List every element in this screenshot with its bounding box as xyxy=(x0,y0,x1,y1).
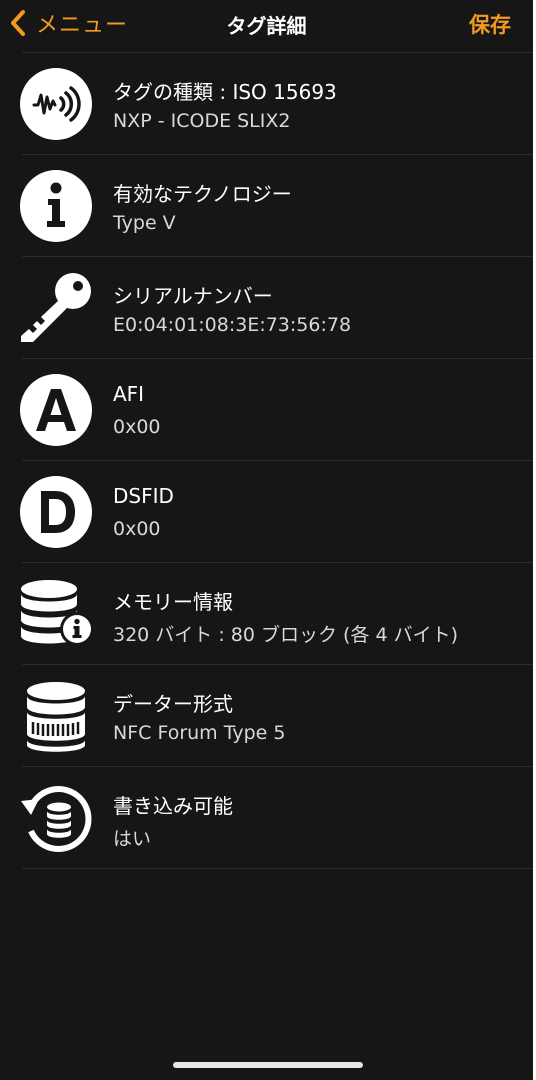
key-icon xyxy=(19,271,93,345)
row-value: 320 バイト : 80 ブロック (各 4 バイト) xyxy=(113,624,459,646)
letter-d-icon xyxy=(19,475,93,549)
row-title: シリアルナンバー xyxy=(113,284,273,308)
tag-info-list: タグの種類 : ISO 15693 NXP - ICODE SLIX2 有効なテ… xyxy=(0,53,533,869)
row-divider xyxy=(22,868,533,869)
row-value: 0x00 xyxy=(113,416,161,438)
row-title: メモリー情報 xyxy=(113,590,233,614)
list-item-serial-number: シリアルナンバー E0:04:01:08:3E:73:56:78 xyxy=(0,257,533,359)
database-info-icon xyxy=(19,577,93,651)
page-title: タグ詳細 xyxy=(226,14,307,38)
save-button[interactable]: 保存 xyxy=(469,9,511,39)
row-title: データー形式 xyxy=(113,692,233,716)
navigation-bar: メニュー タグ詳細 保存 xyxy=(0,0,533,52)
list-item-dsfid: DSFID 0x00 xyxy=(0,461,533,563)
row-value: はい xyxy=(113,828,152,850)
info-icon xyxy=(19,169,93,243)
row-title: DSFID xyxy=(113,484,174,508)
tag-details-screen: メニュー タグ詳細 保存 タグの種類 : ISO 15693 NXP - ICO… xyxy=(0,0,533,1080)
row-title: タグの種類 : ISO 15693 xyxy=(113,80,337,104)
row-value: NXP - ICODE SLIX2 xyxy=(113,110,291,132)
row-title: 有効なテクノロジー xyxy=(113,182,292,206)
row-value: 0x00 xyxy=(113,518,161,540)
row-value: NFC Forum Type 5 xyxy=(113,722,286,744)
list-item-memory-info: メモリー情報 320 バイト : 80 ブロック (各 4 バイト) xyxy=(0,563,533,665)
database-format-icon xyxy=(19,679,93,753)
database-rewrite-icon xyxy=(19,781,93,855)
list-item-writable: 書き込み可能 はい xyxy=(0,767,533,869)
letter-a-icon xyxy=(19,373,93,447)
row-title: AFI xyxy=(113,382,145,406)
list-item-afi: AFI 0x00 xyxy=(0,359,533,461)
row-title: 書き込み可能 xyxy=(113,794,233,818)
nfc-signal-icon xyxy=(19,67,93,141)
list-item-data-format: データー形式 NFC Forum Type 5 xyxy=(0,665,533,767)
list-item-technologies: 有効なテクノロジー Type V xyxy=(0,155,533,257)
home-indicator[interactable] xyxy=(173,1062,363,1068)
list-item-tag-type: タグの種類 : ISO 15693 NXP - ICODE SLIX2 xyxy=(0,53,533,155)
row-value: Type V xyxy=(113,212,176,234)
row-value: E0:04:01:08:3E:73:56:78 xyxy=(113,314,352,336)
